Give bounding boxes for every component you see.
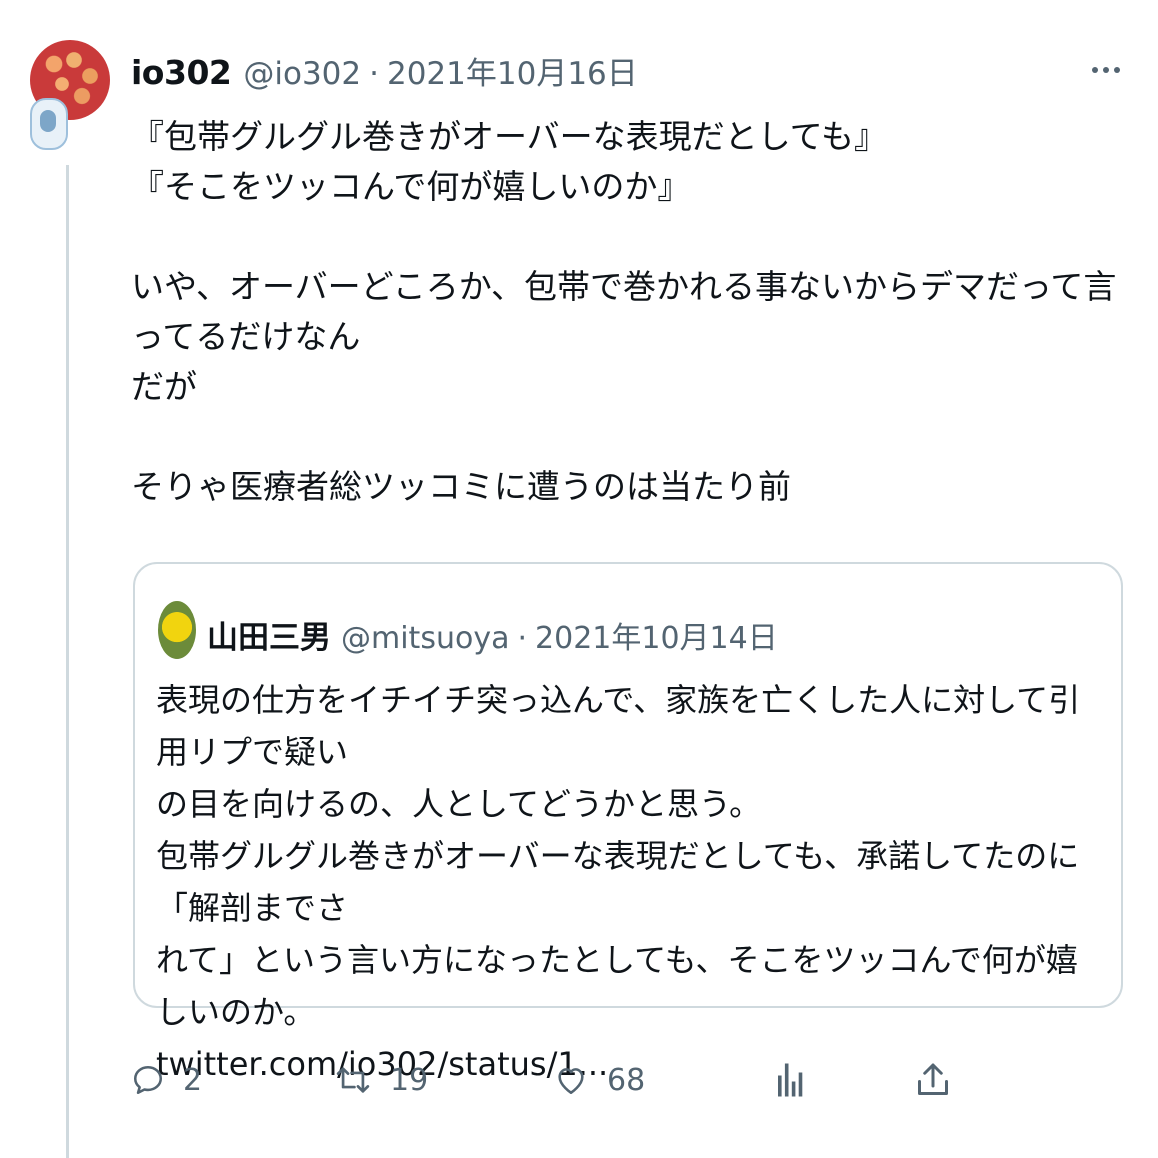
quote-line: の目を向けるの、人としてどうかと思う。 — [156, 785, 762, 823]
more-icon[interactable] — [1086, 56, 1126, 84]
separator: · — [369, 56, 379, 92]
quote-header: 山田三男 @mitsuoya · 2021年10月14日 — [207, 612, 778, 657]
avatar-badge — [30, 98, 68, 150]
retweet-icon — [334, 1063, 372, 1097]
reply-button[interactable]: 2 — [131, 1053, 202, 1107]
quote-line: 包帯グルグル巻きがオーバーな表現だとしても、承諾してたのに「解剖までさ — [156, 837, 1080, 927]
quote-timestamp[interactable]: 2021年10月14日 — [535, 613, 778, 657]
like-button[interactable]: 68 — [553, 1053, 645, 1107]
quote-avatar[interactable] — [158, 601, 196, 659]
quote-separator: · — [517, 621, 528, 656]
quoted-tweet[interactable]: 山田三男 @mitsuoya · 2021年10月14日 表現の仕方をイチイチ突… — [133, 562, 1123, 1083]
display-name[interactable]: io302 — [131, 53, 232, 92]
retweet-button[interactable]: 19 — [334, 1053, 428, 1107]
analytics-icon — [775, 1060, 805, 1100]
tweet-line: そりゃ医療者総ツッコミに遭うのは当たり前 — [131, 467, 791, 506]
tweet-line: 『そこをツッコんで何が嬉しいのか』 — [131, 167, 691, 206]
quote-line: 表現の仕方をイチイチ突っ込んで、家族を亡くした人に対して引用リプで疑い — [156, 681, 1081, 771]
reply-count: 2 — [183, 1062, 203, 1098]
analytics-button[interactable] — [775, 1053, 805, 1107]
tweet-text: 『包帯グルグル巻きがオーバーな表現だとしても』 『そこをツッコんで何が嬉しいのか… — [131, 112, 1131, 512]
tweet-line: 『包帯グルグル巻きがオーバーな表現だとしても』 — [131, 117, 888, 156]
tweet-header: io302 @io302 · 2021年10月16日 — [131, 48, 638, 92]
like-count: 68 — [607, 1062, 646, 1098]
share-button[interactable] — [915, 1053, 951, 1107]
handle[interactable]: @io302 — [243, 56, 361, 92]
share-icon — [915, 1060, 951, 1100]
tweet-line: いや、オーバーどころか、包帯で巻かれる事ないからデマだって言ってるだけなん — [131, 267, 1117, 356]
reply-icon — [131, 1063, 165, 1097]
tweet-line: だが — [131, 367, 197, 406]
thread-line — [66, 165, 69, 1158]
retweet-count: 19 — [390, 1062, 429, 1098]
action-bar: 2 19 68 — [131, 1053, 1081, 1107]
quote-line: れて」という言い方になったとしても、そこをツッコんで何が嬉しいのか。 — [156, 941, 1078, 1031]
timestamp[interactable]: 2021年10月16日 — [387, 48, 638, 93]
quote-text: 表現の仕方をイチイチ突っ込んで、家族を亡くした人に対して引用リプで疑い の目を向… — [156, 674, 1104, 1090]
quote-handle[interactable]: @mitsuoya — [341, 621, 509, 656]
heart-icon — [553, 1063, 589, 1097]
quote-display-name[interactable]: 山田三男 — [207, 612, 331, 657]
